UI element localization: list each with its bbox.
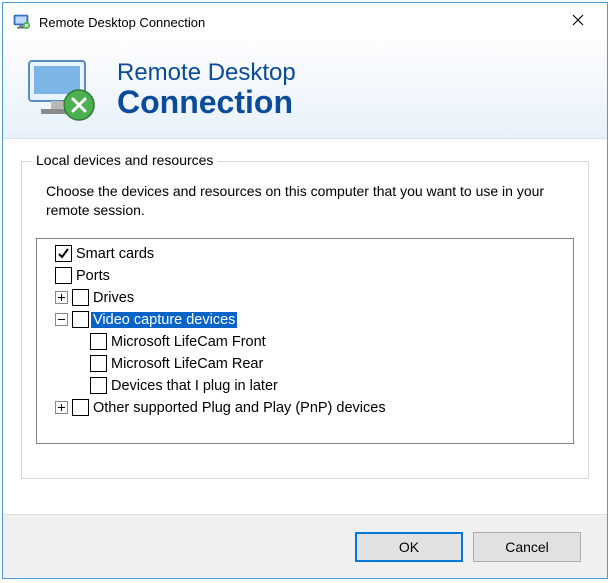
- tree-item[interactable]: Microsoft LifeCam Rear: [41, 353, 569, 375]
- tree-item-label[interactable]: Smart cards: [74, 246, 156, 262]
- close-button[interactable]: [557, 5, 599, 35]
- tree-item[interactable]: Drives: [41, 287, 569, 309]
- app-icon: [13, 13, 31, 31]
- expand-icon[interactable]: [55, 291, 68, 304]
- dialog-footer: OK Cancel: [3, 514, 607, 578]
- tree-item-label[interactable]: Drives: [91, 290, 136, 306]
- tree-item-label[interactable]: Other supported Plug and Play (PnP) devi…: [91, 400, 388, 416]
- checkbox[interactable]: [55, 245, 72, 262]
- tree-item-label[interactable]: Ports: [74, 268, 112, 284]
- header-line2: Connection: [117, 86, 296, 120]
- tree-item[interactable]: Video capture devices: [41, 309, 569, 331]
- checkbox[interactable]: [72, 289, 89, 306]
- expand-icon[interactable]: [55, 401, 68, 414]
- tree-item[interactable]: Other supported Plug and Play (PnP) devi…: [41, 397, 569, 419]
- close-icon: [572, 14, 584, 26]
- header-text: Remote Desktop Connection: [117, 60, 296, 120]
- checkbox[interactable]: [90, 355, 107, 372]
- tree-item[interactable]: Smart cards: [41, 243, 569, 265]
- header-banner: Remote Desktop Connection: [3, 41, 607, 139]
- tree-item-label[interactable]: Devices that I plug in later: [109, 378, 280, 394]
- tree-item-label[interactable]: Microsoft LifeCam Rear: [109, 356, 265, 372]
- title-bar[interactable]: Remote Desktop Connection: [3, 3, 607, 41]
- dialog-window: Remote Desktop Connection Remote Desktop: [2, 2, 608, 579]
- cancel-button[interactable]: Cancel: [473, 532, 581, 562]
- tree-item[interactable]: Microsoft LifeCam Front: [41, 331, 569, 353]
- tree-item-label[interactable]: Video capture devices: [91, 312, 237, 328]
- checkbox[interactable]: [55, 267, 72, 284]
- tree-item[interactable]: Ports: [41, 265, 569, 287]
- device-tree[interactable]: Smart cards Ports Drives Video capture devi…: [36, 238, 574, 444]
- checkbox[interactable]: [72, 399, 89, 416]
- local-devices-groupbox: Local devices and resources Choose the d…: [21, 161, 589, 479]
- collapse-icon[interactable]: [55, 313, 68, 326]
- instructions-text: Choose the devices and resources on this…: [46, 182, 574, 220]
- checkbox[interactable]: [90, 333, 107, 350]
- tree-item[interactable]: Devices that I plug in later: [41, 375, 569, 397]
- title-bar-text: Remote Desktop Connection: [39, 15, 557, 30]
- tree-item-label[interactable]: Microsoft LifeCam Front: [109, 334, 268, 350]
- content-area: Local devices and resources Choose the d…: [3, 139, 607, 514]
- checkbox[interactable]: [90, 377, 107, 394]
- groupbox-title: Local devices and resources: [32, 152, 217, 168]
- checkbox[interactable]: [72, 311, 89, 328]
- header-line1: Remote Desktop: [117, 60, 296, 86]
- ok-button[interactable]: OK: [355, 532, 463, 562]
- rdc-logo-icon: [23, 51, 101, 129]
